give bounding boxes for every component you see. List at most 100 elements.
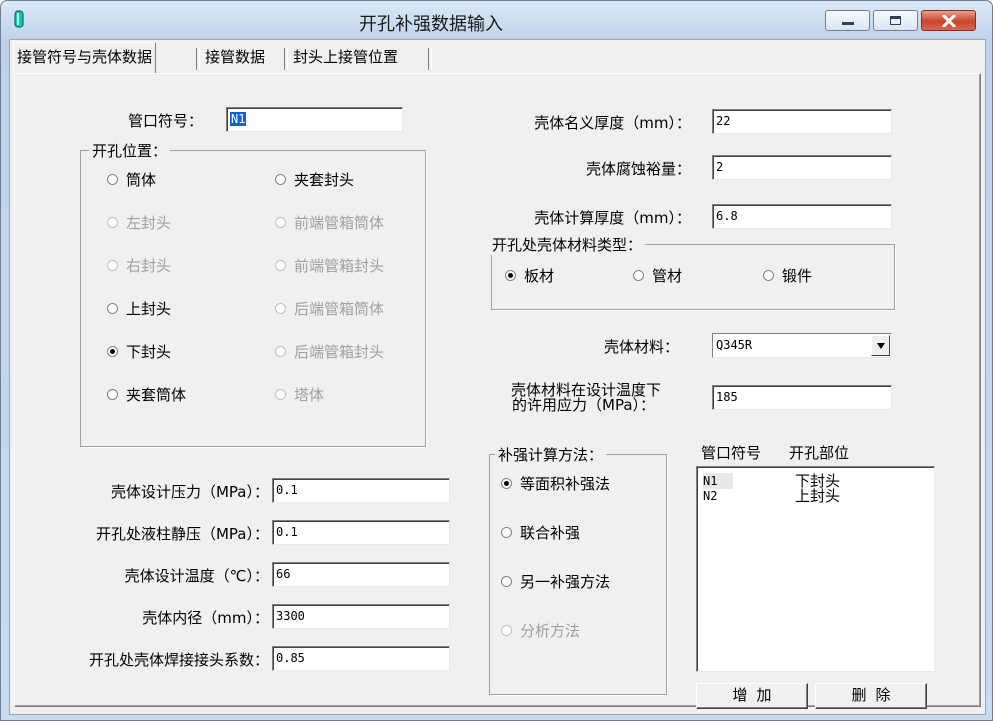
radio-circle	[275, 259, 286, 271]
radio-label: 联合补强	[520, 524, 581, 542]
opening-position-group: 开孔位置： 筒体 夹套封头左封头 前端管箱筒体右封头 前端管箱封头上封头 后端管箱筒体下…	[80, 140, 426, 447]
material-type-radio[interactable]: 管材	[633, 266, 682, 286]
opening-position-radio[interactable]: 上封头	[107, 299, 171, 319]
reinforcement-method-radio[interactable]: 分析方法	[501, 621, 580, 641]
close-icon	[942, 15, 956, 27]
title-bar[interactable]: 开孔补强数据输入	[1, 1, 992, 39]
nozzle-symbol-label: 管口符号：	[128, 112, 204, 130]
radio-label: 下封头	[126, 343, 172, 361]
list-header-opening-location: 开孔部位	[789, 444, 850, 462]
opening-position-radio[interactable]: 夹套筒体	[107, 385, 186, 405]
chevron-down-icon[interactable]	[871, 335, 890, 356]
opening-position-radio[interactable]: 前端管箱筒体	[275, 213, 384, 233]
minimize-button[interactable]	[825, 10, 870, 31]
opening-position-radio[interactable]: 筒体	[107, 170, 156, 190]
radio-circle	[107, 216, 118, 228]
opening-position-radio[interactable]: 塔体	[275, 385, 324, 405]
close-button[interactable]	[921, 10, 976, 31]
shell-field-input[interactable]: 0.85	[272, 646, 450, 671]
shell-material-select[interactable]: Q345R	[712, 333, 892, 358]
shell-field-label: 壳体设计压力（MPa）：	[110, 483, 269, 501]
radio-circle	[501, 526, 512, 538]
radio-circle	[107, 302, 118, 314]
nozzle-symbol-input[interactable]: N1	[226, 107, 403, 132]
opening-position-title: 开孔位置：	[89, 140, 171, 161]
radio-circle	[107, 173, 118, 185]
radio-label: 塔体	[294, 386, 325, 404]
radio-label: 管材	[652, 267, 683, 285]
tab-panel: 管口符号： N1 开孔位置： 筒体 夹套封头左封头 前端管箱筒体右封头 前端管箱封头上…	[14, 73, 981, 709]
opening-position-radio[interactable]: 右封头	[107, 256, 171, 276]
opening-position-radio[interactable]: 前端管箱封头	[275, 256, 384, 276]
tab-divider	[196, 48, 200, 70]
material-type-radio[interactable]: 锻件	[763, 266, 812, 286]
list-item[interactable]: N2 上封头	[701, 488, 926, 504]
radio-circle	[501, 575, 512, 587]
tab-nozzle-data[interactable]: 接管数据	[202, 44, 268, 70]
tab-nozzle-shell-data[interactable]: 接管符号与壳体数据	[13, 42, 157, 74]
material-type-group: 开孔处壳体材料类型： 板材 管材 锻件	[489, 234, 895, 310]
opening-position-radio[interactable]: 后端管箱封头	[275, 342, 384, 362]
radio-label: 夹套封头	[294, 171, 355, 189]
minimize-icon	[842, 22, 854, 25]
radio-circle	[275, 302, 286, 314]
maximize-button[interactable]	[873, 10, 918, 31]
delete-button[interactable]: 删 除	[815, 683, 927, 709]
radio-label: 上封头	[126, 300, 172, 318]
material-type-title: 开孔处壳体材料类型：	[489, 234, 646, 255]
allowable-stress-label-line2: 的许用应力（MPa）：	[512, 396, 656, 414]
radio-circle	[763, 269, 774, 281]
opening-position-radio[interactable]: 左封头	[107, 213, 171, 233]
radio-label: 夹套筒体	[126, 386, 187, 404]
opening-position-radio[interactable]: 下封头	[107, 342, 171, 362]
reinforcement-method-group: 补强计算方法： 等面积补强法联合补强另一补强方法 分析方法	[489, 444, 667, 695]
shell-thickness-input[interactable]: 22	[712, 109, 892, 134]
shell-field-label: 壳体内径（mm）：	[142, 609, 269, 627]
shell-field-input[interactable]: 0.1	[272, 478, 450, 503]
reinforcement-method-radio[interactable]: 联合补强	[501, 523, 580, 543]
list-item-opening-location: 上封头	[795, 487, 841, 505]
radio-label: 另一补强方法	[520, 573, 611, 591]
shell-field-input[interactable]: 3300	[272, 604, 450, 629]
opening-position-radio[interactable]: 夹套封头	[275, 170, 354, 190]
dialog-window: 开孔补强数据输入 接管符号与壳体数据 接管数据 封头上接管位置 管口符号： N1	[0, 0, 993, 721]
radio-label: 前端管箱筒体	[294, 214, 385, 232]
material-type-radio[interactable]: 板材	[505, 266, 554, 286]
tab-divider	[284, 48, 288, 70]
nozzle-symbol-value: N1	[230, 112, 247, 126]
shell-thickness-label: 壳体名义厚度（mm）：	[534, 114, 691, 132]
radio-label: 分析方法	[520, 622, 581, 640]
tab-divider	[428, 48, 432, 70]
shell-thickness-input[interactable]: 2	[712, 155, 892, 180]
opening-position-radio[interactable]: 后端管箱筒体	[275, 299, 384, 319]
radio-circle	[107, 388, 118, 400]
radio-label: 后端管箱封头	[294, 343, 385, 361]
nozzle-list[interactable]: N1 下封头 N2 上封头	[696, 466, 935, 672]
reinforcement-method-radio[interactable]: 另一补强方法	[501, 572, 610, 592]
radio-circle	[501, 624, 512, 636]
shell-field-input[interactable]: 66	[272, 562, 450, 587]
radio-circle	[275, 388, 286, 400]
radio-label: 锻件	[782, 267, 813, 285]
client-area: 接管符号与壳体数据 接管数据 封头上接管位置 管口符号： N1 开孔位置： 筒体…	[9, 39, 986, 715]
allowable-stress-input[interactable]: 185	[712, 385, 892, 410]
radio-circle	[501, 477, 512, 489]
radio-circle	[107, 345, 118, 357]
radio-circle	[633, 269, 644, 281]
list-header-nozzle-symbol: 管口符号	[701, 444, 762, 462]
radio-label: 左封头	[126, 214, 172, 232]
radio-label: 板材	[524, 267, 555, 285]
maximize-icon	[890, 16, 901, 25]
radio-circle	[505, 269, 516, 281]
radio-circle	[275, 345, 286, 357]
shell-thickness-input[interactable]: 6.8	[712, 204, 892, 229]
window-title: 开孔补强数据输入	[359, 14, 503, 35]
reinforcement-method-radio[interactable]: 等面积补强法	[501, 474, 610, 494]
add-button[interactable]: 增 加	[696, 683, 808, 709]
shell-field-label: 壳体设计温度（℃）：	[124, 567, 269, 585]
list-item-nozzle-symbol: N2	[703, 489, 718, 503]
shell-field-input[interactable]: 0.1	[272, 520, 450, 545]
shell-field-label: 开孔处液柱静压（MPa）：	[95, 525, 269, 543]
tab-head-nozzle-position[interactable]: 封头上接管位置	[290, 44, 401, 70]
reinforcement-method-title: 补强计算方法：	[495, 444, 607, 465]
